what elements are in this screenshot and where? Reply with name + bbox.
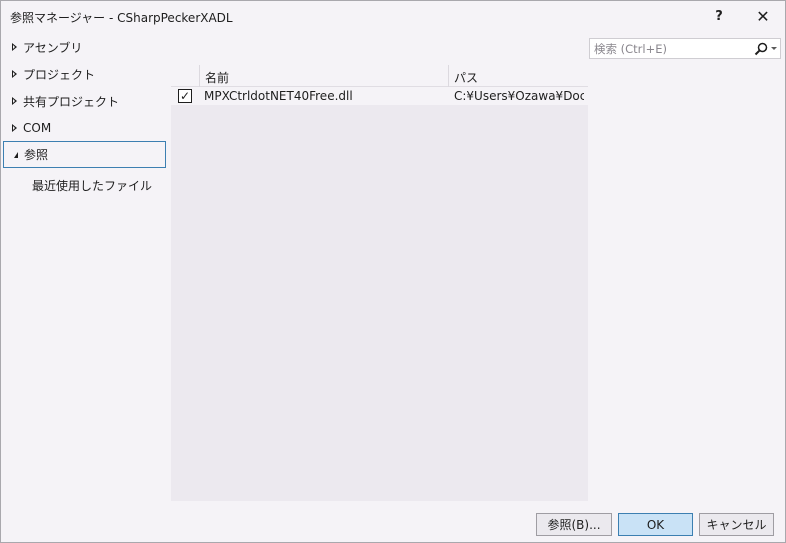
tree-item-shared-projects[interactable]: 共有プロジェクト <box>3 88 166 114</box>
search-icon[interactable] <box>753 41 769 57</box>
reference-list: 名前 パス ✓ MPXCtrldotNET40Free.dll C:¥Users… <box>171 65 588 501</box>
window-title: 参照マネージャー - CSharpPeckerXADL <box>10 11 233 25</box>
title-bar: 参照マネージャー - CSharpPeckerXADL ? ✕ <box>1 1 785 32</box>
tree-item-assemblies[interactable]: アセンブリ <box>3 34 166 60</box>
collapse-arrow-icon[interactable] <box>7 142 23 168</box>
list-header: 名前 パス <box>171 65 588 87</box>
reference-manager-dialog: 参照マネージャー - CSharpPeckerXADL ? ✕ アセンブリ プロ… <box>0 0 786 543</box>
search-box[interactable] <box>589 38 781 59</box>
ok-button[interactable]: OK <box>618 513 693 536</box>
search-options-dropdown-icon[interactable] <box>771 47 777 50</box>
reference-name: MPXCtrldotNET40Free.dll <box>204 89 353 103</box>
cancel-button[interactable]: キャンセル <box>699 513 774 536</box>
tree-item-recent-files[interactable]: 最近使用したファイル <box>32 177 152 194</box>
tree-item-label: プロジェクト <box>23 67 96 82</box>
tree-item-com[interactable]: COM <box>3 115 166 141</box>
column-divider[interactable] <box>448 65 449 87</box>
column-header-name[interactable]: 名前 <box>205 69 229 86</box>
tree-item-label: COM <box>23 121 52 135</box>
close-button[interactable]: ✕ <box>750 5 776 27</box>
reference-path: C:¥Users¥Ozawa¥Docu... <box>454 89 584 103</box>
table-row[interactable]: ✓ MPXCtrldotNET40Free.dll C:¥Users¥Ozawa… <box>171 87 588 105</box>
tree-item-label: アセンブリ <box>23 40 83 55</box>
column-header-path[interactable]: パス <box>454 69 478 86</box>
tree-item-projects[interactable]: プロジェクト <box>3 61 166 87</box>
tree-item-browse[interactable]: 参照 <box>3 141 166 168</box>
expand-arrow-icon[interactable] <box>6 115 22 141</box>
help-button[interactable]: ? <box>706 5 732 27</box>
tree-item-label: 参照 <box>24 148 49 162</box>
expand-arrow-icon[interactable] <box>6 61 22 87</box>
search-input[interactable] <box>594 40 744 57</box>
column-divider[interactable] <box>199 65 200 87</box>
expand-arrow-icon[interactable] <box>6 88 22 114</box>
browse-button[interactable]: 参照(B)... <box>536 513 612 536</box>
include-checkbox[interactable]: ✓ <box>178 89 192 103</box>
tree-item-label: 共有プロジェクト <box>23 94 120 109</box>
expand-arrow-icon[interactable] <box>6 34 22 60</box>
category-tree: アセンブリ プロジェクト 共有プロジェクト COM 参照 最近使用したファイル <box>1 32 168 502</box>
